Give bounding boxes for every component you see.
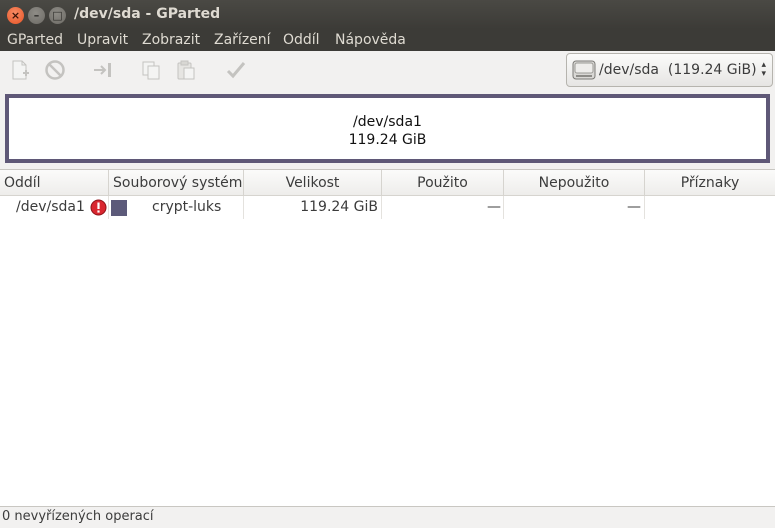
menu-device[interactable]: Zařízení xyxy=(214,32,271,48)
delete-partition-button[interactable] xyxy=(44,59,66,81)
new-partition-button[interactable] xyxy=(9,59,31,81)
window-title: /dev/sda - GParted xyxy=(74,6,221,22)
resize-move-icon xyxy=(94,63,111,77)
chevron-up-down-icon: ▴ ▾ xyxy=(761,60,766,79)
size-cell: 119.24 GiB xyxy=(300,199,378,215)
hard-disk-icon xyxy=(572,60,596,80)
paste-icon xyxy=(177,60,195,80)
delete-partition-icon xyxy=(45,60,65,80)
close-icon: × xyxy=(10,9,21,22)
table-header: Oddíl Souborový systém Velikost Použito … xyxy=(0,170,775,196)
menu-gparted[interactable]: GParted xyxy=(7,32,63,48)
pending-operations-status: 0 nevyřízených operací xyxy=(2,509,154,524)
partition-name-cell: /dev/sda1 xyxy=(16,199,85,215)
minimize-icon: – xyxy=(33,9,40,22)
used-cell: — xyxy=(487,199,501,215)
column-header-used[interactable]: Použito xyxy=(382,170,504,196)
new-partition-icon xyxy=(12,60,29,80)
menu-bar: GParted Upravit Zobrazit Zařízení Oddíl … xyxy=(0,29,775,51)
paste-button[interactable] xyxy=(175,59,197,81)
device-selector[interactable]: /dev/sda (119.24 GiB) ▴ ▾ xyxy=(566,53,773,87)
column-header-partition[interactable]: Oddíl xyxy=(0,170,109,196)
disk-map-partition-name: /dev/sda1 xyxy=(353,114,422,130)
column-header-flags[interactable]: Příznaky xyxy=(645,170,775,196)
copy-icon xyxy=(142,61,160,80)
filesystem-cell: crypt-luks xyxy=(152,199,222,215)
resize-move-button[interactable] xyxy=(92,59,114,81)
apply-button[interactable] xyxy=(225,59,247,81)
column-header-unused[interactable]: Nepoužito xyxy=(504,170,645,196)
minimize-window-button[interactable]: – xyxy=(28,7,45,24)
menu-view[interactable]: Zobrazit xyxy=(142,32,200,48)
copy-button[interactable] xyxy=(140,59,162,81)
error-icon xyxy=(90,199,107,216)
column-header-filesystem[interactable]: Souborový systém xyxy=(109,170,244,196)
menu-help[interactable]: Nápověda xyxy=(335,32,406,48)
partition-table: Oddíl Souborový systém Velikost Použito … xyxy=(0,169,775,507)
title-bar: × – □ /dev/sda - GParted xyxy=(0,0,775,29)
device-selector-value: /dev/sda (119.24 GiB) xyxy=(599,62,757,78)
status-bar: 0 nevyřízených operací xyxy=(0,507,775,528)
disk-map-partition-size: 119.24 GiB xyxy=(348,132,427,148)
column-header-size[interactable]: Velikost xyxy=(244,170,382,196)
filesystem-color-swatch xyxy=(111,200,127,216)
maximize-icon: □ xyxy=(52,9,63,22)
disk-map-partition[interactable]: /dev/sda1 119.24 GiB xyxy=(5,94,770,163)
maximize-window-button[interactable]: □ xyxy=(49,7,66,24)
close-window-button[interactable]: × xyxy=(7,7,24,24)
apply-icon xyxy=(226,62,246,79)
unused-cell: — xyxy=(627,199,641,215)
menu-partition[interactable]: Oddíl xyxy=(283,32,320,48)
table-row[interactable]: /dev/sda1 crypt-luks 119.24 GiB — — xyxy=(0,196,775,219)
menu-edit[interactable]: Upravit xyxy=(77,32,128,48)
